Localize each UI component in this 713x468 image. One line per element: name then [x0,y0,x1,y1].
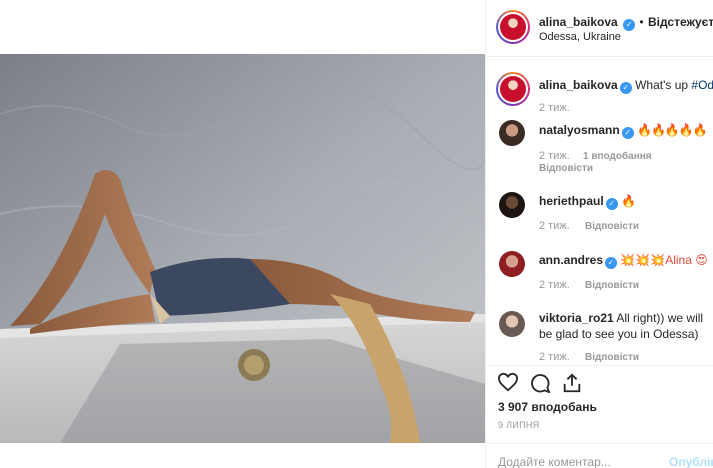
comment-time[interactable]: 2 тиж. [539,220,570,232]
post-header: alina_baikova ✓ • Відстежується [539,15,713,31]
verified-icon: ✓ [619,82,632,94]
comment: natalyosmann ✓ 🔥🔥🔥🔥🔥 [539,122,708,139]
like-icon[interactable] [497,372,519,395]
caption-text: What's up [635,78,689,92]
author-username[interactable]: alina_baikova [539,15,618,29]
post-sidebar: alina_baikova ✓ • Відстежується Odessa, … [485,0,713,468]
reply-button[interactable]: Відповісти [585,352,639,363]
verified-icon: ✓ [605,257,618,269]
verified-icon: ✓ [605,198,618,210]
caption-username[interactable]: alina_baikova [539,78,618,92]
commenter-avatar[interactable] [499,192,525,218]
publish-button[interactable]: Опублік [669,455,713,468]
comment: heriethpaul ✓ 🔥 [539,193,636,210]
comment-text: 🔥🔥🔥🔥🔥 [637,123,708,137]
share-icon[interactable] [561,372,583,397]
post-date: 9 ЛИПНЯ [498,420,540,430]
caption: alina_baikova✓ What's up #Odess [539,77,713,94]
comment-time[interactable]: 2 тиж. [539,351,570,363]
likes-count[interactable]: 3 907 вподобань [498,400,597,414]
caption-hashtag[interactable]: #Odess [691,78,713,92]
comment-time[interactable]: 2 тиж. [539,279,570,291]
separator: • [639,15,644,29]
post-photo[interactable] [0,54,485,443]
verified-icon: ✓ [621,127,634,139]
reply-button[interactable]: Відповісти [585,280,639,291]
comment-username[interactable]: natalyosmann [539,123,620,137]
comment: viktoria_ro21 All right)) we will be gla… [539,310,711,342]
comment-username[interactable]: ann.andres [539,253,603,267]
commenter-avatar[interactable] [499,251,525,277]
commenter-avatar[interactable] [499,120,525,146]
comment-text: 💥💥💥Alina 😍 [620,253,708,267]
comment-input[interactable]: Додайте коментар... [498,455,611,468]
comment-username[interactable]: heriethpaul [539,194,604,208]
comment-icon[interactable] [529,372,551,397]
post-image [0,54,485,443]
divider [486,365,713,366]
comment-username[interactable]: viktoria_ro21 [539,311,614,325]
location-link[interactable]: Odessa, Ukraine [539,31,621,43]
divider [486,56,713,57]
comment-time[interactable]: 2 тиж. [539,150,570,162]
comment-likes[interactable]: 1 вподобання [583,151,652,162]
comment: ann.andres ✓ 💥💥💥Alina 😍 [539,252,708,269]
follow-status[interactable]: Відстежується [648,15,713,29]
caption-avatar[interactable] [496,72,530,106]
commenter-avatar[interactable] [499,311,525,337]
caption-time[interactable]: 2 тиж. [539,102,570,114]
author-avatar[interactable] [496,10,530,44]
reply-button[interactable]: Відповісти [585,221,639,232]
verified-icon: ✓ [623,19,636,31]
comment-text: 🔥 [621,194,636,208]
reply-button[interactable]: Відповісти [539,163,593,174]
divider [486,443,713,444]
